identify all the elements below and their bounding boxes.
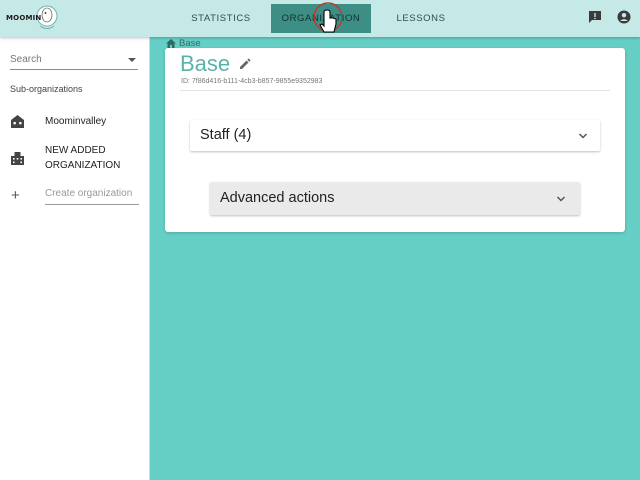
search-label: Search <box>10 54 42 65</box>
staff-expansion-panel[interactable]: Staff (4) <box>190 120 600 151</box>
sidebar-item-label: Moominvalley <box>45 116 107 127</box>
divider <box>180 90 610 91</box>
tab-lessons[interactable]: LESSONS <box>386 4 456 33</box>
moomin-logo[interactable]: MOOMIN <box>4 3 58 33</box>
search-select[interactable]: Search <box>10 52 138 70</box>
house-icon <box>10 114 25 129</box>
sidebar-item-label: NEW ADDED ORGANIZATION <box>45 145 121 171</box>
account-icon[interactable] <box>617 10 633 26</box>
building-icon <box>10 151 25 166</box>
page-title: Base <box>180 51 231 76</box>
home-icon[interactable] <box>166 38 176 48</box>
create-organization-input[interactable]: Create organization <box>45 188 139 205</box>
advanced-actions-expansion-panel[interactable]: Advanced actions <box>210 182 580 215</box>
sub-organizations-heading: Sub-organizations <box>10 84 83 94</box>
logo-text: MOOMIN <box>6 14 42 22</box>
create-organization-placeholder: Create organization <box>45 188 133 199</box>
breadcrumb-item-base[interactable]: Base <box>179 38 201 49</box>
pencil-edit-icon[interactable] <box>238 57 252 71</box>
feedback-icon[interactable] <box>588 10 604 26</box>
sidebar-item-moominvalley[interactable]: Moominvalley <box>0 111 150 131</box>
dropdown-arrow-icon[interactable] <box>128 58 136 62</box>
advanced-actions-panel-label: Advanced actions <box>220 190 335 206</box>
plus-icon[interactable]: + <box>11 188 20 203</box>
tab-statistics[interactable]: STATISTICS <box>180 4 262 33</box>
sidebar-item-new-added-organization[interactable]: NEW ADDED ORGANIZATION <box>0 143 150 175</box>
organization-id: ID: 7f86d416-b111-4cb3-b857-9855e9352983 <box>181 78 323 85</box>
mouse-cursor-icon <box>313 2 342 33</box>
organization-card: Base ID: 7f86d416-b111-4cb3-b857-9855e93… <box>165 48 625 232</box>
chevron-down-icon <box>578 133 588 139</box>
staff-panel-label: Staff (4) <box>200 127 252 143</box>
chevron-down-icon <box>556 196 566 202</box>
tab-lessons-label: LESSONS <box>396 13 446 24</box>
sidebar: Search Sub-organizations Moominvalley NE… <box>0 37 150 480</box>
tab-statistics-label: STATISTICS <box>191 13 251 24</box>
